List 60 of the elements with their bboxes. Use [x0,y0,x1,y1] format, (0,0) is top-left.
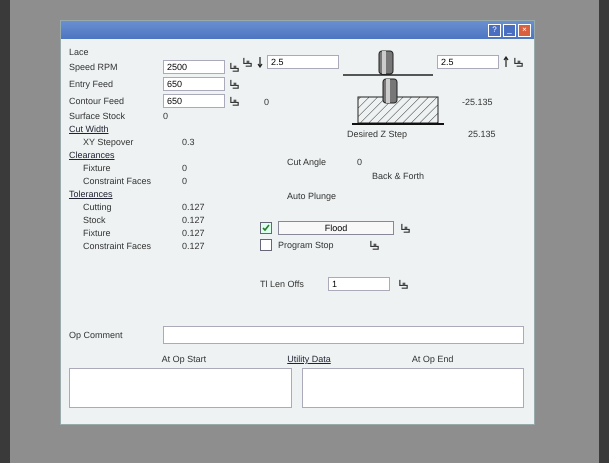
tool-icon[interactable] [229,78,240,90]
field-label: Op Comment [69,330,124,340]
field-label: At Op Start [162,354,206,364]
field-value: 0.127 [182,202,205,212]
window-button[interactable]: ? [488,24,501,36]
field-label: Fixture [83,228,112,238]
checkbox[interactable] [260,239,272,251]
tool-icon[interactable] [400,222,411,234]
field-value: 0.127 [182,241,205,251]
field-label: Fixture [83,163,112,173]
field-value: 0 [264,97,270,107]
tool-icon[interactable] [229,62,240,72]
utility-data-link[interactable]: Utility Data [287,354,331,364]
field-value: 0.127 [182,228,205,238]
field-label: Entry Feed [69,79,114,89]
tool-icon[interactable] [398,278,409,290]
coolant-button[interactable]: Flood [278,221,394,235]
plunge-label: Auto Plunge [287,191,338,201]
field-label: Constraint Faces [83,176,152,186]
tool-icon[interactable] [242,56,253,68]
field-label: Cut Angle [287,157,328,167]
field-value: 25.135 [468,129,496,139]
input-field[interactable]: 2.5 [267,55,339,69]
group-link[interactable]: Clearances [69,150,242,160]
field-value: 0 [182,176,188,186]
input-field[interactable]: 2.5 [437,55,499,69]
input-field[interactable]: 650 [163,94,225,108]
field-label: Tl Len Offs [260,279,305,289]
input-field[interactable]: 2500 [163,60,225,74]
field-label: Desired Z Step [347,129,408,139]
field-label: XY Stepover [83,137,134,147]
comment-field[interactable] [163,326,524,344]
field-label: Surface Stock [69,111,126,121]
input-field[interactable]: 650 [163,77,225,91]
checkbox[interactable] [260,222,272,234]
field-value: 0 [182,163,188,173]
group-link[interactable]: Cut Width [69,124,242,134]
checkbox-label: Program Stop [278,240,335,250]
down-arrow-icon [257,56,263,68]
field-value: 0 [163,111,168,121]
up-arrow-icon [503,56,509,68]
tool-icon[interactable] [229,96,240,106]
field-label: Speed RPM [69,62,119,72]
field-label: Contour Feed [69,96,126,106]
field-value: 0.127 [182,215,205,225]
field-value: 0 [357,157,362,167]
input-field[interactable]: 1 [328,277,390,291]
field-label: Constraint Faces [83,241,152,251]
group-link[interactable]: Tolerances [69,189,242,199]
field-label: At Op End [412,354,454,364]
pattern-label: Back & Forth [372,171,426,181]
window-button[interactable]: _ [503,24,516,36]
section-label: Lace [69,47,90,57]
tool-icon[interactable] [513,56,524,68]
window-button[interactable]: × [518,24,531,36]
tool-icon[interactable] [369,240,380,250]
field-value: 0.3 [182,137,195,147]
field-label: Cutting [83,202,113,212]
field-value: -25.135 [462,97,493,107]
field-label: Stock [83,215,107,225]
